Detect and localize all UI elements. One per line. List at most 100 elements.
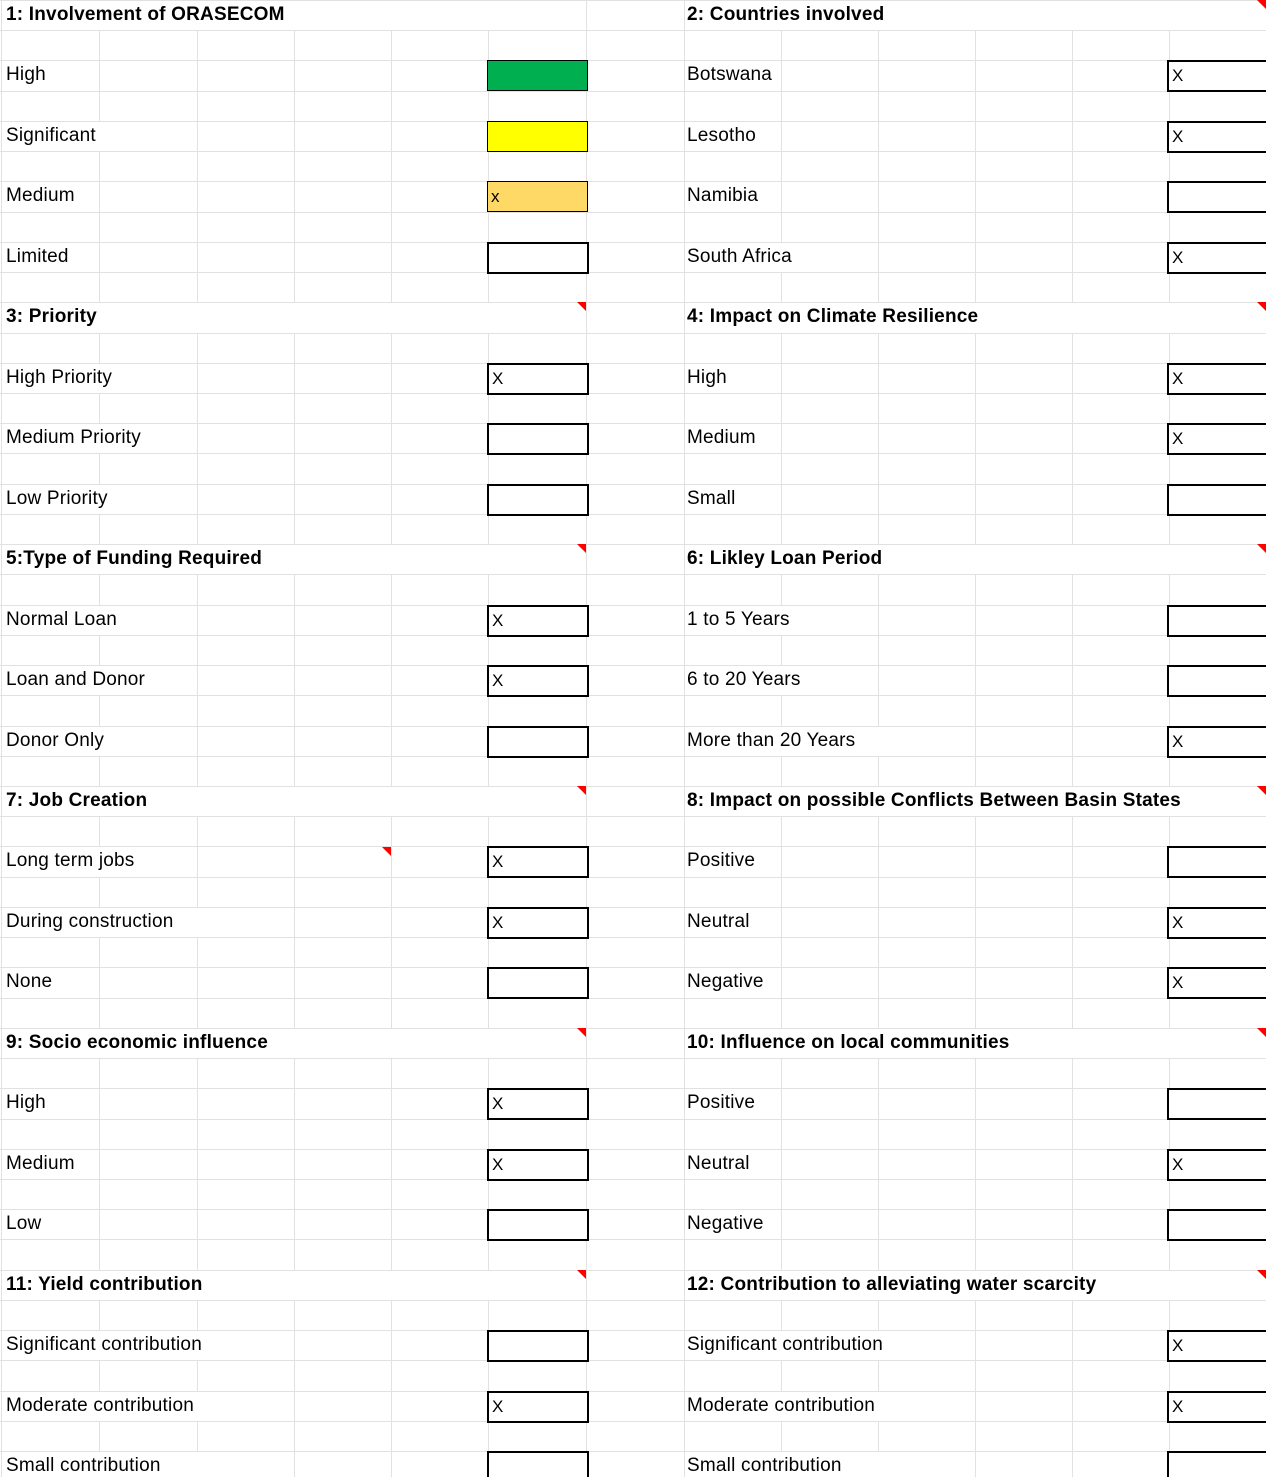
grid-column-line bbox=[781, 272, 782, 302]
grid-column-line bbox=[1169, 756, 1170, 786]
selection-cell[interactable]: X bbox=[1167, 60, 1266, 92]
option-label: During construction bbox=[6, 911, 174, 932]
selection-cell[interactable]: X bbox=[1167, 967, 1266, 999]
grid-column-line bbox=[1, 1119, 2, 1149]
grid-column-line bbox=[294, 91, 295, 121]
grid-column-line bbox=[197, 60, 198, 91]
grid-column-line bbox=[197, 756, 198, 786]
comment-indicator-icon[interactable] bbox=[1257, 786, 1266, 795]
option-label: Medium bbox=[687, 427, 756, 448]
selection-cell[interactable]: X bbox=[1167, 907, 1266, 939]
grid-column-line bbox=[781, 212, 782, 242]
selection-cell[interactable] bbox=[487, 242, 589, 274]
grid-column-line bbox=[684, 998, 685, 1028]
option-label: Medium Priority bbox=[6, 427, 141, 448]
grid-column-line bbox=[391, 1451, 392, 1477]
grid-row-line bbox=[0, 695, 1266, 696]
option-label: Normal Loan bbox=[6, 609, 117, 630]
grid-column-line bbox=[391, 121, 392, 151]
grid-column-line bbox=[781, 967, 782, 998]
grid-column-line bbox=[391, 1058, 392, 1088]
comment-indicator-icon[interactable] bbox=[577, 544, 586, 553]
grid-column-line bbox=[684, 1270, 685, 1300]
selection-cell[interactable]: X bbox=[1167, 242, 1266, 274]
comment-indicator-icon[interactable] bbox=[577, 786, 586, 795]
selection-cell[interactable] bbox=[1167, 484, 1266, 516]
comment-indicator-icon[interactable] bbox=[1257, 1028, 1266, 1037]
selection-cell[interactable]: X bbox=[487, 846, 589, 878]
grid-column-line bbox=[1169, 333, 1170, 363]
selection-cell[interactable] bbox=[487, 1330, 589, 1362]
selection-cell[interactable] bbox=[487, 423, 589, 455]
selection-cell[interactable]: X bbox=[1167, 423, 1266, 455]
selection-cell[interactable] bbox=[487, 60, 588, 91]
grid-column-line bbox=[878, 393, 879, 423]
grid-column-line bbox=[99, 1058, 100, 1088]
comment-indicator-icon[interactable] bbox=[577, 302, 586, 311]
grid-column-line bbox=[197, 363, 198, 393]
comment-indicator-icon[interactable] bbox=[1257, 544, 1266, 553]
grid-column-line bbox=[1, 1451, 2, 1477]
selection-cell[interactable]: X bbox=[487, 1088, 589, 1120]
selection-cell[interactable] bbox=[487, 484, 589, 516]
grid-column-line bbox=[781, 393, 782, 423]
selection-cell[interactable] bbox=[1167, 1451, 1266, 1477]
selection-cell[interactable] bbox=[487, 1209, 589, 1241]
selection-cell[interactable] bbox=[1167, 665, 1266, 697]
grid-column-line bbox=[488, 333, 489, 363]
grid-column-line bbox=[1, 726, 2, 756]
selection-cell[interactable] bbox=[487, 121, 588, 152]
grid-column-line bbox=[99, 1239, 100, 1270]
selection-cell[interactable] bbox=[487, 967, 589, 999]
grid-column-line bbox=[684, 756, 685, 786]
grid-column-line bbox=[975, 181, 976, 212]
selection-cell[interactable]: X bbox=[487, 907, 589, 939]
selection-cell[interactable]: X bbox=[487, 1391, 589, 1423]
grid-column-line bbox=[391, 937, 392, 967]
grid-column-line bbox=[294, 1360, 295, 1391]
grid-column-line bbox=[1072, 635, 1073, 665]
selection-cell[interactable] bbox=[1167, 1209, 1266, 1241]
grid-column-line bbox=[1072, 574, 1073, 605]
selection-cell[interactable]: X bbox=[487, 665, 589, 697]
selection-cell[interactable]: X bbox=[487, 1149, 589, 1181]
selection-cell[interactable]: X bbox=[1167, 121, 1266, 153]
grid-column-line bbox=[781, 91, 782, 121]
grid-column-line bbox=[99, 816, 100, 846]
selection-cell[interactable]: X bbox=[1167, 1391, 1266, 1423]
grid-column-line bbox=[878, 574, 879, 605]
comment-indicator-icon[interactable] bbox=[382, 847, 391, 856]
grid-column-line bbox=[781, 333, 782, 363]
grid-column-line bbox=[781, 423, 782, 453]
selection-cell[interactable]: X bbox=[1167, 363, 1266, 395]
grid-row-line bbox=[0, 605, 1266, 606]
selection-cell[interactable]: X bbox=[1167, 1149, 1266, 1181]
grid-column-line bbox=[878, 877, 879, 907]
comment-indicator-icon[interactable] bbox=[577, 1270, 586, 1279]
grid-column-line bbox=[684, 816, 685, 846]
comment-indicator-icon[interactable] bbox=[1257, 302, 1266, 311]
selection-cell[interactable] bbox=[1167, 181, 1266, 213]
grid-column-line bbox=[781, 453, 782, 484]
grid-column-line bbox=[294, 1058, 295, 1088]
comment-indicator-icon[interactable] bbox=[1257, 1270, 1266, 1279]
grid-column-line bbox=[878, 998, 879, 1028]
selection-cell[interactable] bbox=[487, 726, 589, 758]
comment-indicator-icon[interactable] bbox=[1257, 0, 1266, 9]
grid-column-line bbox=[197, 423, 198, 453]
grid-column-line bbox=[878, 756, 879, 786]
selection-cell[interactable]: X bbox=[1167, 1330, 1266, 1362]
grid-row-line bbox=[0, 877, 1266, 878]
grid-column-line bbox=[975, 1179, 976, 1209]
selection-cell[interactable]: x bbox=[487, 181, 588, 212]
selection-cell[interactable] bbox=[1167, 1088, 1266, 1120]
selection-cell[interactable]: X bbox=[1167, 726, 1266, 758]
grid-column-line bbox=[1169, 212, 1170, 242]
selection-cell[interactable]: X bbox=[487, 363, 589, 395]
selection-cell[interactable]: X bbox=[487, 605, 589, 637]
grid-column-line bbox=[878, 1209, 879, 1239]
selection-cell[interactable] bbox=[1167, 846, 1266, 878]
selection-cell[interactable] bbox=[1167, 605, 1266, 637]
comment-indicator-icon[interactable] bbox=[577, 1028, 586, 1037]
selection-cell[interactable] bbox=[487, 1451, 589, 1477]
